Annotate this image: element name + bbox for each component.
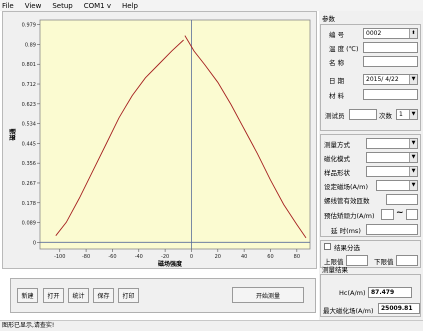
x-tick-label: 60	[267, 254, 273, 260]
mag-mode-label: 磁化模式	[324, 155, 350, 163]
coercivity-preset-label: 预估矫顽力(A/m)	[324, 212, 375, 220]
y-tick-label: 0.979	[22, 23, 36, 29]
material-label: 材 料	[329, 92, 345, 100]
y-tick-label: 0.534	[22, 122, 36, 128]
max-field-label: 最大磁化场(A/m)	[323, 307, 374, 315]
chart-panel: 0 0.089 0.178 0.267 0.356 0.445 0.534 0.623 0.71…	[2, 11, 317, 269]
save-button[interactable]: 保存	[93, 288, 114, 303]
name-input[interactable]	[363, 56, 418, 67]
delay-input[interactable]	[366, 224, 418, 235]
stats-button[interactable]: 统计	[68, 288, 89, 303]
lower-limit-label: 下限值	[374, 258, 394, 266]
method-label: 测量方式	[324, 141, 350, 149]
count-dropdown-icon[interactable]: ▼	[409, 110, 417, 119]
plot-area	[39, 19, 311, 250]
shape-dropdown-icon[interactable]: ▼	[409, 167, 417, 176]
y-tick-label: 0.178	[22, 201, 36, 207]
date-dropdown-icon[interactable]: ▼	[409, 75, 417, 84]
x-tick-label: -100	[54, 254, 65, 260]
hc-label: Hc(A/m)	[339, 289, 366, 297]
coercivity-preset-input[interactable]	[381, 209, 394, 220]
menu-setup[interactable]: Setup	[52, 2, 72, 10]
y-axis-label: 磁通	[9, 128, 17, 140]
start-measure-button[interactable]: 开始测量	[232, 287, 304, 303]
hysteresis-chart: 0 0.089 0.178 0.267 0.356 0.445 0.534 0.623 0.71…	[9, 19, 311, 268]
field-select[interactable]: ▼	[376, 180, 418, 191]
material-input[interactable]	[363, 89, 418, 100]
menu-file[interactable]: File	[2, 2, 14, 10]
date-label: 日 期	[329, 77, 345, 85]
temperature-input[interactable]	[363, 42, 418, 53]
temperature-label: 温 度 (℃)	[329, 45, 359, 53]
delay-label: 延 时(ms)	[331, 227, 361, 235]
mag-mode-select[interactable]: ▼	[366, 152, 418, 163]
field-label: 设定磁场(A/m)	[324, 183, 369, 191]
count-select[interactable]: 1 ▼	[396, 109, 418, 120]
count-label: 次数	[379, 112, 392, 120]
measure-settings-group: 测量方式 ▼ 磁化模式 ▼ 样品形状 ▼ 设定磁场(A/m) ▼ 螺线管有效匝数…	[320, 134, 421, 237]
tester-label: 测试员	[325, 112, 345, 120]
menu-com-port[interactable]: COM1 v	[84, 2, 111, 10]
coil-turns-label: 螺线管有效匝数	[324, 197, 370, 205]
field-dropdown-icon[interactable]: ▼	[409, 181, 417, 190]
method-dropdown-icon[interactable]: ▼	[409, 139, 417, 148]
print-button[interactable]: 打印	[118, 288, 139, 303]
x-tick-label: 20	[215, 254, 221, 260]
y-tick-label: 0.712	[22, 82, 36, 88]
y-tick-label: 0.445	[22, 141, 36, 147]
x-tick-label: -40	[135, 254, 143, 260]
serial-value: 0002	[366, 30, 382, 37]
y-tick-label: 0.623	[22, 102, 36, 108]
mag-mode-dropdown-icon[interactable]: ▼	[409, 153, 417, 162]
menu-bar: File View Setup COM1 v Help	[0, 0, 423, 11]
date-picker[interactable]: 2015/ 4/22 ▼	[363, 74, 418, 85]
x-tick-label: 40	[241, 254, 247, 260]
y-tick-label: 0.801	[22, 62, 36, 68]
y-tick-label: 0.356	[22, 161, 36, 167]
coercivity-preset-max-input[interactable]	[406, 209, 418, 220]
params-section-title: 参数	[322, 15, 335, 23]
x-tick-label: -20	[161, 254, 169, 260]
side-panel: 参数 编 号 0002 ⬍ 温 度 (℃) 名 称 日 期 2015/ 4/22…	[319, 11, 423, 320]
params-group: 编 号 0002 ⬍ 温 度 (℃) 名 称 日 期 2015/ 4/22 ▼ …	[320, 24, 421, 131]
sorting-label: 结果分选	[334, 244, 360, 252]
y-tick-label: 0.89	[25, 42, 36, 48]
date-value: 2015/ 4/22	[366, 76, 399, 83]
y-tick-label: 0	[33, 240, 36, 246]
x-axis-label: 磁场强度	[158, 260, 183, 268]
open-button[interactable]: 打开	[43, 288, 64, 303]
range-tilde: ~	[396, 208, 404, 218]
x-tick-label: 0	[190, 254, 193, 260]
shape-select[interactable]: ▼	[366, 166, 418, 177]
y-tick-label: 0.089	[22, 221, 36, 227]
x-tick-label: -80	[82, 254, 90, 260]
menu-view[interactable]: View	[25, 2, 42, 10]
hc-value: 87.479	[368, 287, 412, 298]
lower-limit-input[interactable]	[396, 255, 418, 266]
results-group: Hc(A/m) 87.479 最大磁化场(A/m) 25009.81	[320, 274, 421, 317]
y-tick-label: 0.267	[22, 181, 36, 187]
tester-input[interactable]	[349, 109, 377, 120]
results-section-title: 测量结果	[322, 266, 348, 274]
serial-label: 编 号	[329, 31, 345, 39]
method-select[interactable]: ▼	[366, 138, 418, 149]
serial-spin-icon[interactable]: ⬍	[409, 29, 417, 38]
menu-help[interactable]: Help	[122, 2, 138, 10]
new-button[interactable]: 新建	[17, 288, 38, 303]
status-bar: 图形已显示,请查实!	[0, 320, 423, 331]
serial-input[interactable]: 0002 ⬍	[363, 28, 418, 39]
name-label: 名 称	[329, 59, 345, 67]
max-field-value: 25009.81	[378, 303, 420, 314]
x-tick-label: -60	[108, 254, 116, 260]
upper-limit-input[interactable]	[346, 255, 368, 266]
coil-turns-input[interactable]	[386, 194, 418, 205]
action-button-panel: 新建 打开 统计 保存 打印 开始测量	[10, 278, 316, 313]
sorting-checkbox[interactable]	[324, 243, 331, 250]
count-value: 1	[399, 111, 403, 118]
shape-label: 样品形状	[324, 169, 350, 177]
x-tick-label: 80	[294, 254, 300, 260]
